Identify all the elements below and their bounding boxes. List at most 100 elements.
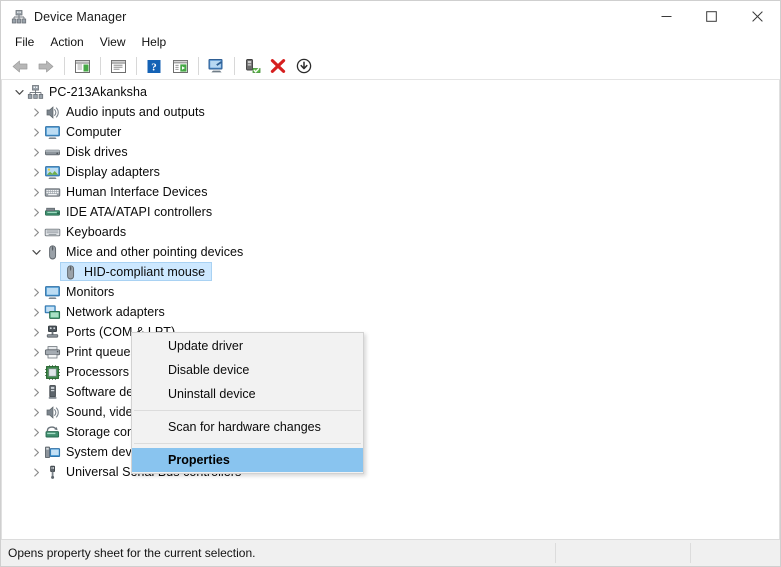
ctx-disable-device[interactable]: Disable device [132,358,363,382]
chevron-down-icon[interactable] [11,82,27,102]
tree-node-label: HID-compliant mouse [84,265,206,279]
tree-node-label: Keyboards [66,225,127,239]
tree-node-hid-compliant-mouse[interactable]: HID-compliant mouse [2,262,779,282]
tree-node-label: Human Interface Devices [66,185,208,199]
network-adapter-icon [44,304,61,321]
chevron-right-icon[interactable] [28,282,44,302]
tree-node-processors[interactable]: Processors [2,362,779,382]
tree-node-audio-inputs-and-outputs[interactable]: Audio inputs and outputs [2,102,779,122]
chevron-down-icon[interactable] [28,242,44,262]
chevron-right-icon[interactable] [28,302,44,322]
disk-drive-icon [44,144,61,161]
context-menu[interactable]: Update driver Disable device Uninstall d… [131,332,364,474]
tree-node-keyboards[interactable]: Keyboards [2,222,779,242]
tree-node-label: Processors [66,365,130,379]
tree-node-monitors[interactable]: Monitors [2,282,779,302]
display-adapter-icon [44,164,61,181]
maximize-button[interactable] [689,1,734,32]
tree-node-ports[interactable]: Ports (COM & LPT) [2,322,779,342]
chevron-right-icon[interactable] [28,222,44,242]
separator-2 [100,57,101,75]
tree-node-computer[interactable]: Computer [2,122,779,142]
chevron-right-icon[interactable] [28,142,44,162]
tree-node-universal-serial-bus-controllers[interactable]: Universal Serial Bus controllers [2,462,779,482]
uninstall-device-icon[interactable] [266,55,290,77]
view-details-icon[interactable] [168,55,192,77]
tree-node-label: Disk drives [66,145,128,159]
disable-device-icon[interactable] [292,55,316,77]
menu-help[interactable]: Help [134,33,175,52]
tree-node-human-interface-devices[interactable]: Human Interface Devices [2,182,779,202]
ctx-update-driver[interactable]: Update driver [132,334,363,358]
tree-node-label: Computer [66,125,122,139]
minimize-button[interactable] [644,1,689,32]
scan-hardware-changes-icon[interactable] [204,55,228,77]
tree-node-software-devices[interactable]: Software devices [2,382,779,402]
chevron-right-icon[interactable] [28,202,44,222]
monitor-icon [44,124,61,141]
keyboard-icon [44,224,61,241]
tree-node-sound-video-and-game-controllers[interactable]: Sound, video and game controllers [2,402,779,422]
tree-node-ide-ata-atapi-controllers[interactable]: IDE ATA/ATAPI controllers [2,202,779,222]
ctx-properties[interactable]: Properties [132,448,363,472]
device-tree-panel[interactable]: PC-213Akanksha Audio inputs and outputs [1,80,780,539]
tree-node-disk-drives[interactable]: Disk drives [2,142,779,162]
separator-1 [64,57,65,75]
chevron-right-icon[interactable] [28,322,44,342]
software-device-icon [44,384,61,401]
menu-action[interactable]: Action [42,33,91,52]
menu-view[interactable]: View [92,33,134,52]
properties-icon[interactable] [106,55,130,77]
chevron-right-icon[interactable] [28,182,44,202]
tree-node-label: PC-213Akanksha [49,85,147,99]
window-title: Device Manager [34,9,127,24]
chevron-right-icon[interactable] [28,362,44,382]
chevron-right-icon[interactable] [28,122,44,142]
tree-node-system-devices[interactable]: System devices [2,442,779,462]
tree-node-label: Print queues [66,345,137,359]
chevron-right-icon[interactable] [28,402,44,422]
speaker-icon [44,104,61,121]
device-tree: PC-213Akanksha Audio inputs and outputs [2,82,779,539]
show-hide-console-tree-icon[interactable] [70,55,94,77]
chevron-right-icon[interactable] [28,162,44,182]
usb-icon [44,464,61,481]
tree-node-label: IDE ATA/ATAPI controllers [66,205,213,219]
mouse-icon [44,244,61,261]
tree-node-label: Monitors [66,285,115,299]
tree-node-label: Audio inputs and outputs [66,105,205,119]
chevron-right-icon[interactable] [28,442,44,462]
separator-4 [198,57,199,75]
menu-bar: File Action View Help [1,32,780,53]
separator-3 [136,57,137,75]
ctx-scan-hardware[interactable]: Scan for hardware changes [132,415,363,439]
help-icon[interactable]: ? [142,55,166,77]
tree-node-mice-and-other-pointing-devices[interactable]: Mice and other pointing devices [2,242,779,262]
tree-node-storage-controllers[interactable]: Storage controllers [2,422,779,442]
tree-node-display-adapters[interactable]: Display adapters [2,162,779,182]
update-driver-icon[interactable] [240,55,264,77]
device-manager-window: Device Manager File Action View Help ? P… [0,0,781,567]
mouse-icon [62,264,79,281]
monitor-icon [44,284,61,301]
window-controls [644,1,780,32]
context-menu-divider-1 [134,410,361,411]
processor-icon [44,364,61,381]
printer-icon [44,344,61,361]
close-button[interactable] [734,1,780,32]
menu-file[interactable]: File [7,33,42,52]
separator-5 [234,57,235,75]
forward-icon[interactable] [34,55,58,77]
tree-node-print-queues[interactable]: Print queues [2,342,779,362]
chevron-right-icon[interactable] [28,422,44,442]
tree-node-network-adapters[interactable]: Network adapters [2,302,779,322]
chevron-right-icon[interactable] [28,462,44,482]
back-icon[interactable] [8,55,32,77]
chevron-right-icon[interactable] [28,342,44,362]
title-bar: Device Manager [1,1,780,32]
chevron-right-icon[interactable] [28,382,44,402]
chevron-right-icon[interactable] [28,102,44,122]
ctx-uninstall-device[interactable]: Uninstall device [132,382,363,406]
tree-node-root[interactable]: PC-213Akanksha [2,82,779,102]
svg-text:?: ? [151,61,157,73]
